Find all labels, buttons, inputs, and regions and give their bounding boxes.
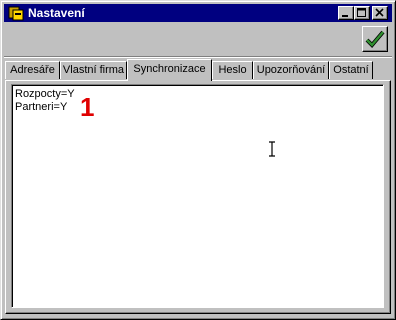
maximize-icon [357, 8, 366, 17]
minimize-button[interactable] [338, 6, 354, 20]
tab-synchronizace[interactable]: Synchronizace [127, 59, 212, 81]
tab-ostatni[interactable]: Ostatní [329, 61, 373, 79]
close-button[interactable] [372, 6, 388, 20]
ibeam-cursor-icon [269, 141, 275, 157]
window-title: Nastavení [28, 6, 85, 20]
tab-strip: Adresáře Vlastní firma Synchronizace Hes… [5, 59, 391, 81]
config-text-editor[interactable]: Rozpocty=Y Partneri=Y 1 [11, 84, 384, 308]
checkmark-icon [365, 30, 385, 48]
annotation-marker: 1 [80, 92, 95, 122]
tab-heslo[interactable]: Heslo [212, 61, 253, 79]
minimize-icon [342, 15, 348, 17]
tab-vlastni-firma[interactable]: Vlastní firma [60, 61, 127, 79]
editor-line: Partneri=Y [15, 101, 68, 113]
tab-adresare[interactable]: Adresáře [5, 61, 60, 79]
app-icon [8, 6, 24, 21]
maximize-button[interactable] [354, 6, 370, 20]
editor-line: Rozpocty=Y [15, 88, 75, 100]
tab-upozornovani[interactable]: Upozorňování [253, 61, 329, 79]
title-bar[interactable]: Nastavení [4, 4, 392, 22]
confirm-button[interactable] [362, 26, 388, 52]
close-icon [375, 8, 384, 17]
toolbar [4, 24, 392, 57]
settings-window: Nastavení Adresáře Vlastní firma Synchro… [0, 0, 396, 320]
tab-panel-synchronizace: Rozpocty=Y Partneri=Y 1 [5, 80, 391, 314]
